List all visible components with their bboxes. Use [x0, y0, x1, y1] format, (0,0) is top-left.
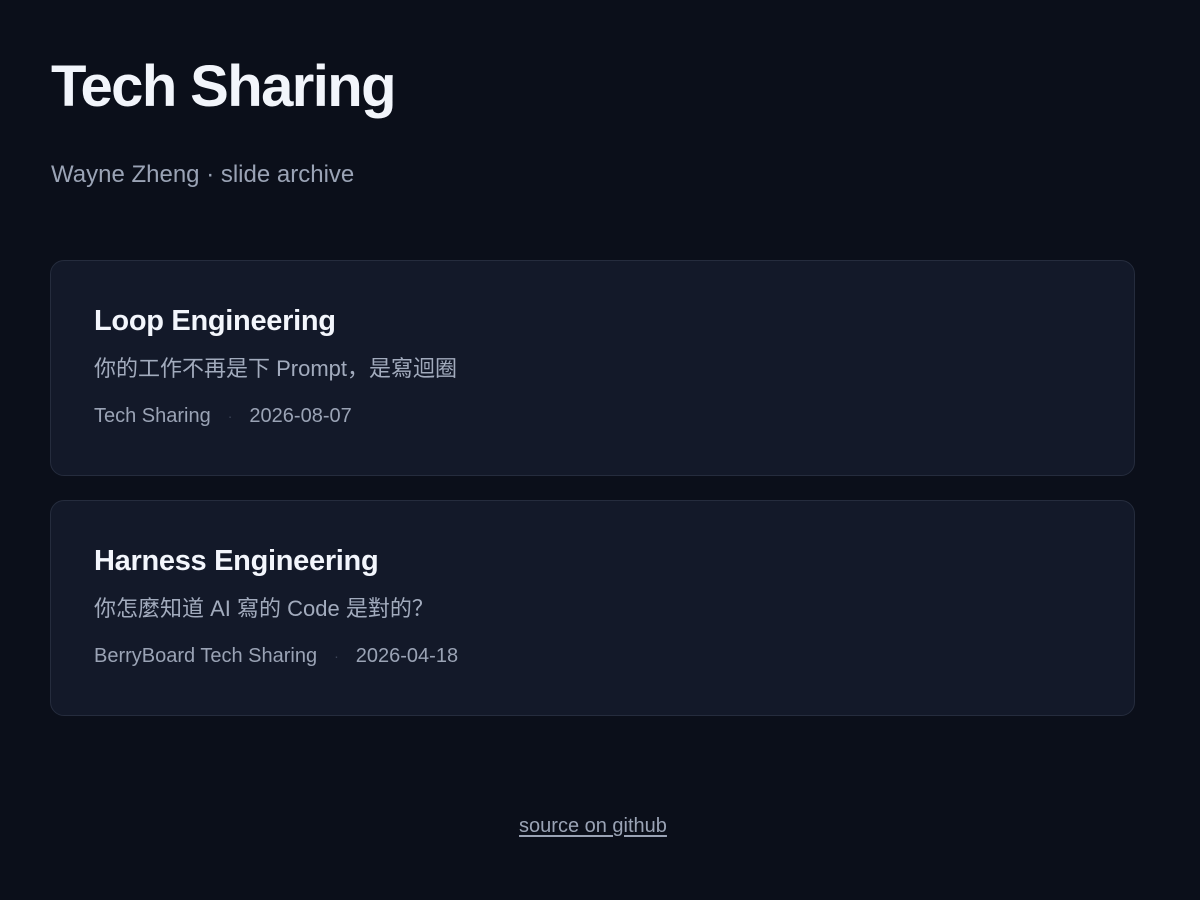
page-title: Tech Sharing [51, 54, 397, 119]
meta-separator: · [334, 648, 339, 664]
slide-date: 2026-08-07 [249, 405, 352, 427]
slide-meta: Tech Sharing · 2026-08-07 [94, 404, 1091, 428]
page-footer: source on github [0, 814, 1200, 838]
slide-card-loop-engineering[interactable]: Loop Engineering 你的工作不再是下 Prompt，是寫迴圈 Te… [50, 260, 1135, 476]
slide-list: Loop Engineering 你的工作不再是下 Prompt，是寫迴圈 Te… [50, 260, 1135, 740]
meta-separator: · [227, 408, 233, 424]
slide-event: BerryBoard Tech Sharing [94, 645, 318, 667]
slide-event: Tech Sharing [94, 405, 211, 427]
github-source-link[interactable]: source on github [519, 815, 667, 837]
slide-title[interactable]: Harness Engineering [94, 544, 1091, 578]
slide-title[interactable]: Loop Engineering [94, 304, 1091, 338]
slide-meta: BerryBoard Tech Sharing · 2026-04-18 [94, 644, 1091, 668]
slide-card-harness-engineering[interactable]: Harness Engineering 你怎麼知道 AI 寫的 Code 是對的… [50, 500, 1135, 716]
page-header: Tech Sharing Wayne Zheng · slide archive [51, 56, 1151, 189]
page-subtitle: Wayne Zheng · slide archive [51, 161, 355, 188]
slide-date: 2026-04-18 [355, 645, 459, 667]
slide-description: 你怎麼知道 AI 寫的 Code 是對的？ [94, 596, 434, 621]
slide-description: 你的工作不再是下 Prompt，是寫迴圈 [94, 356, 458, 381]
